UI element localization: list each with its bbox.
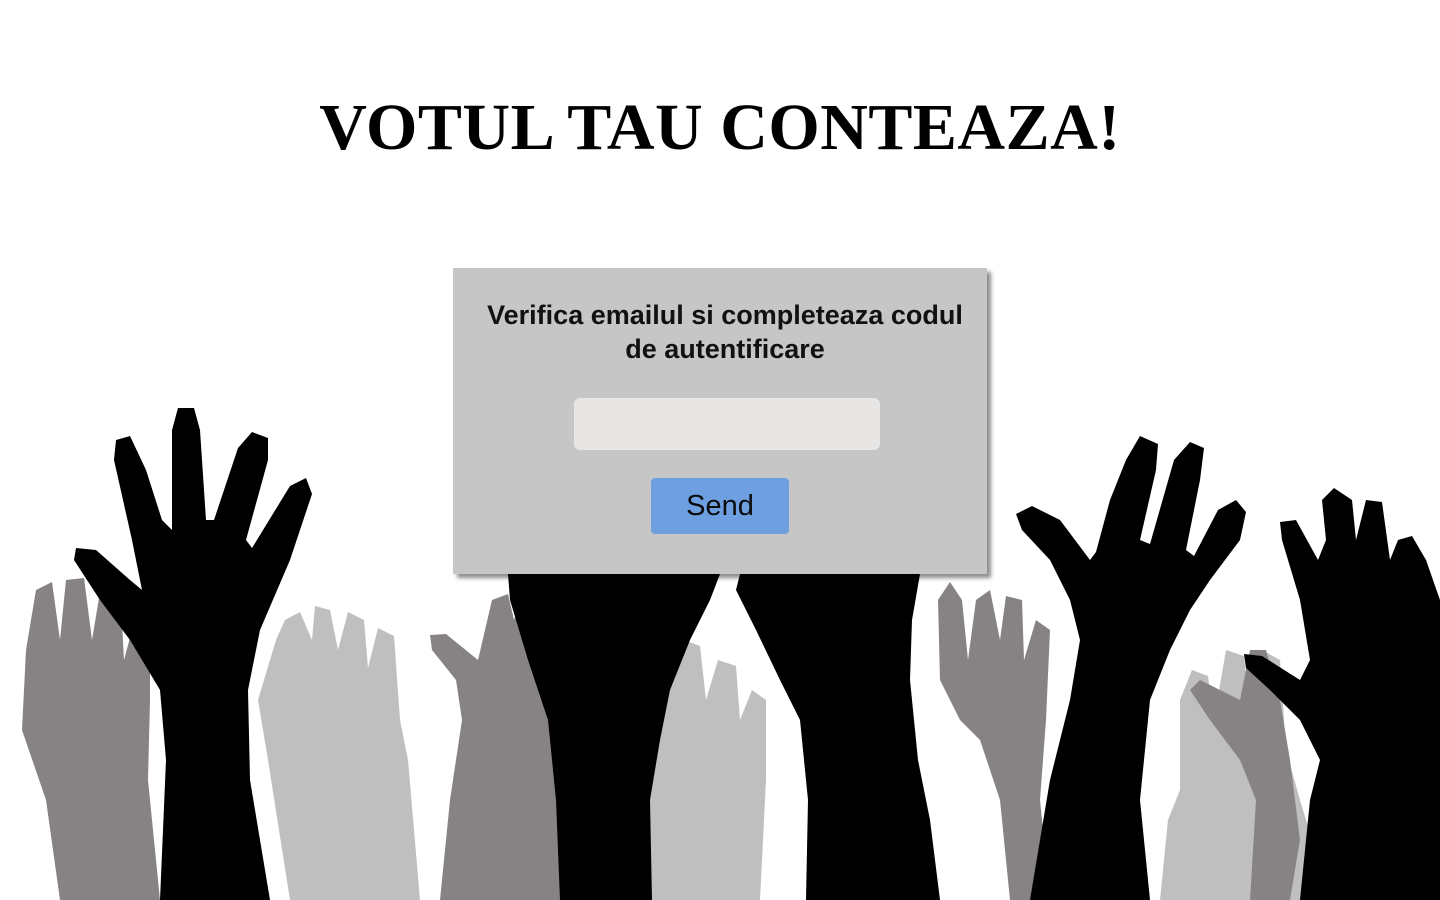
auth-code-input[interactable] [574,398,880,450]
page-title: VOTUL TAU CONTEAZA! [319,91,1121,164]
black-hand-center-right [736,574,940,900]
light-hand-left [258,606,420,900]
page-stage: VOTUL TAU CONTEAZA! Verifica emailul si … [0,0,1440,900]
auth-code-card: Verifica emailul si completeaza codul de… [453,268,987,574]
gray-hand-mid-right [938,582,1050,900]
auth-instructions: Verifica emailul si completeaza codul de… [487,300,963,364]
send-button[interactable]: Send [651,478,789,534]
